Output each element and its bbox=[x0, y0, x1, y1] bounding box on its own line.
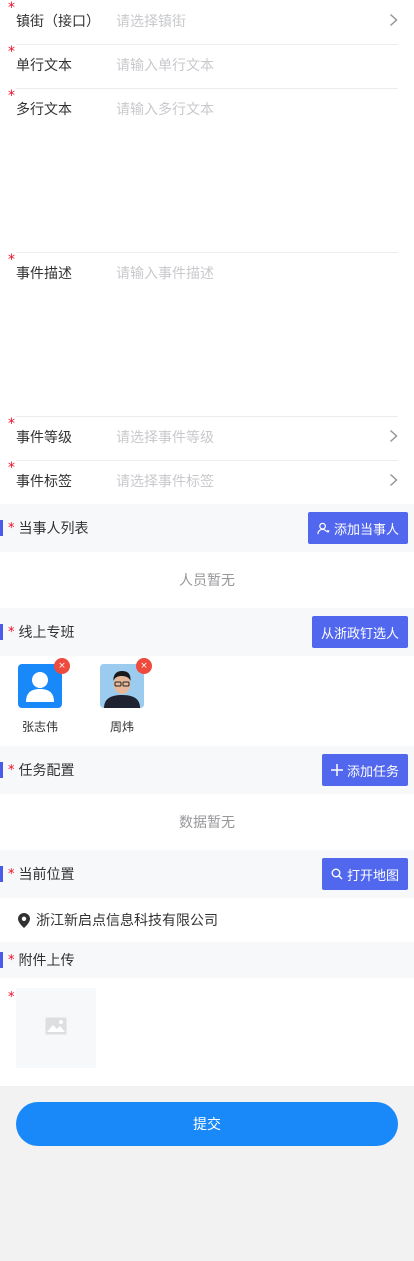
member-name: 周炜 bbox=[109, 720, 134, 734]
add-party-label: 添加当事人 bbox=[333, 521, 399, 537]
multi-text-label: 多行文本 bbox=[16, 102, 72, 118]
required-mark: * bbox=[8, 624, 15, 640]
required-mark: * bbox=[8, 520, 15, 536]
event-level-label: 事件等级 bbox=[16, 430, 72, 446]
add-task-label: 添加任务 bbox=[346, 763, 399, 779]
submit-button[interactable]: 提交 bbox=[16, 1102, 398, 1146]
team-title: * 线上专班 bbox=[8, 622, 75, 642]
required-mark: * bbox=[8, 952, 15, 968]
select-from-zzd-label: 从浙政钉选人 bbox=[320, 625, 399, 641]
single-text-field[interactable]: * 单行文本 请输入单行文本 bbox=[0, 44, 414, 88]
event-tags-placeholder: 请选择事件标签 bbox=[116, 474, 214, 490]
multi-text-field[interactable]: * 多行文本 请输入多行文本 bbox=[0, 88, 414, 252]
team-title-text: 线上专班 bbox=[18, 625, 75, 641]
location-title: * 当前位置 bbox=[8, 864, 75, 884]
tasks-title-text: 任务配置 bbox=[18, 763, 75, 779]
parties-section-header: * 当事人列表 添加当事人 bbox=[0, 504, 414, 552]
required-mark: * bbox=[8, 416, 15, 432]
chevron-right-icon bbox=[378, 416, 398, 460]
required-mark: * bbox=[8, 44, 15, 60]
event-desc-field[interactable]: * 事件描述 请输入事件描述 bbox=[0, 252, 414, 416]
location-pin-icon bbox=[18, 912, 30, 928]
team-section-header: * 线上专班 从浙政钉选人 bbox=[0, 608, 414, 656]
team-member: × 周炜 bbox=[100, 658, 182, 746]
remove-member-icon[interactable]: × bbox=[136, 658, 152, 674]
select-from-zzd-button[interactable]: 从浙政钉选人 bbox=[311, 616, 408, 648]
chevron-right-icon bbox=[378, 0, 398, 44]
location-section-header: * 当前位置 打开地图 bbox=[0, 850, 414, 898]
required-mark: * bbox=[8, 460, 15, 476]
event-tags-label: 事件标签 bbox=[16, 474, 72, 490]
required-mark: * bbox=[8, 990, 15, 1005]
attachments-title-text: 附件上传 bbox=[18, 953, 75, 969]
open-map-button[interactable]: 打开地图 bbox=[321, 858, 408, 890]
team-members-list: × 张志伟 × 周炜 bbox=[0, 656, 414, 746]
section-accent-bar bbox=[0, 762, 3, 778]
parties-title-text: 当事人列表 bbox=[18, 521, 89, 537]
member-photo-avatar: × bbox=[100, 658, 152, 708]
attachments-section-header: * 附件上传 bbox=[0, 942, 414, 978]
submit-area: 提交 bbox=[0, 1086, 414, 1146]
tasks-title: * 任务配置 bbox=[8, 760, 75, 780]
parties-title: * 当事人列表 bbox=[8, 518, 89, 538]
section-accent-bar bbox=[0, 866, 3, 882]
add-party-button[interactable]: 添加当事人 bbox=[307, 512, 408, 544]
section-accent-bar bbox=[0, 624, 3, 640]
required-mark: * bbox=[8, 88, 15, 104]
form-page: * 镇街（接口） 请选择镇街 * 单行文本 请输入单行文本 * 多行文本 请输入… bbox=[0, 0, 414, 1086]
event-desc-input[interactable]: 请输入事件描述 bbox=[116, 252, 398, 296]
image-uploader[interactable] bbox=[16, 988, 96, 1068]
team-member: × 张志伟 bbox=[18, 658, 100, 746]
attachments-area: * bbox=[0, 978, 414, 1086]
section-accent-bar bbox=[0, 520, 3, 536]
location-address: 浙江新启点信息科技有限公司 bbox=[36, 913, 218, 929]
plus-icon bbox=[330, 764, 343, 776]
tasks-section-header: * 任务配置 添加任务 bbox=[0, 746, 414, 794]
event-level-placeholder: 请选择事件等级 bbox=[116, 430, 214, 446]
event-tags-picker[interactable]: * 事件标签 请选择事件标签 bbox=[0, 460, 414, 504]
add-task-button[interactable]: 添加任务 bbox=[321, 754, 408, 786]
multi-text-input[interactable]: 请输入多行文本 bbox=[116, 88, 398, 132]
tasks-empty-text: 数据暂无 bbox=[0, 794, 414, 850]
street-picker[interactable]: * 镇街（接口） 请选择镇街 bbox=[0, 0, 414, 44]
event-level-picker[interactable]: * 事件等级 请选择事件等级 bbox=[0, 416, 414, 460]
required-mark: * bbox=[8, 252, 15, 268]
location-title-text: 当前位置 bbox=[18, 867, 75, 883]
person-add-icon bbox=[317, 522, 330, 535]
parties-empty-text: 人员暂无 bbox=[0, 552, 414, 608]
search-icon bbox=[331, 868, 343, 880]
member-name: 张志伟 bbox=[21, 720, 58, 734]
chevron-right-icon bbox=[378, 460, 398, 504]
event-desc-label: 事件描述 bbox=[16, 266, 72, 282]
required-mark: * bbox=[8, 762, 15, 778]
remove-member-icon[interactable]: × bbox=[54, 658, 70, 674]
street-placeholder: 请选择镇街 bbox=[116, 14, 186, 30]
single-text-label: 单行文本 bbox=[16, 58, 72, 74]
required-mark: * bbox=[8, 0, 15, 16]
street-label: 镇街（接口） bbox=[16, 14, 100, 30]
section-accent-bar bbox=[0, 952, 3, 968]
open-map-label: 打开地图 bbox=[346, 867, 399, 883]
attachments-title: * 附件上传 bbox=[8, 950, 75, 970]
required-mark: * bbox=[8, 866, 15, 882]
image-placeholder-icon bbox=[45, 1017, 67, 1039]
location-row: 浙江新启点信息科技有限公司 bbox=[0, 898, 414, 942]
default-avatar-icon: × bbox=[18, 658, 70, 708]
single-text-input[interactable]: 请输入单行文本 bbox=[116, 44, 398, 88]
